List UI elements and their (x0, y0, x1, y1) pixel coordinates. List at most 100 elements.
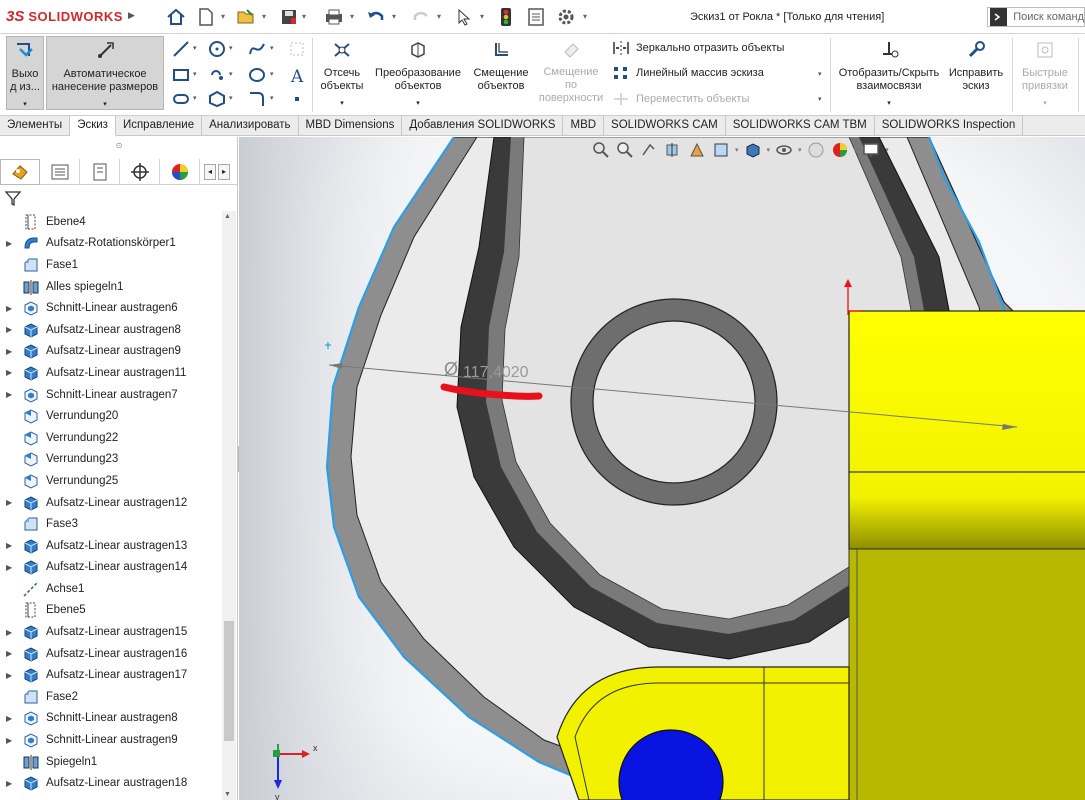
display-relations-dropdown-icon[interactable]: ▾ (834, 97, 944, 110)
options-gear-icon[interactable] (554, 5, 578, 29)
tree-item[interactable]: ▶ Aufsatz-Linear austragen12 (0, 492, 222, 514)
slot-tool-icon[interactable] (208, 66, 226, 84)
tree-item[interactable]: ▶ Aufsatz-Linear austragen17 (0, 664, 222, 686)
expand-arrow-icon[interactable]: ▶ (6, 304, 16, 313)
circle-tool-icon[interactable] (208, 40, 226, 58)
options-dropdown-icon[interactable]: ▾ (583, 12, 587, 21)
tree-item[interactable]: ▶ Aufsatz-Linear austragen14 (0, 557, 222, 579)
line-dropdown-icon[interactable]: ▾ (193, 44, 197, 52)
view-orientation-dropdown-icon[interactable]: ▾ (735, 146, 739, 154)
previous-view-icon[interactable] (639, 140, 659, 160)
hide-show-dropdown-icon[interactable]: ▾ (798, 146, 802, 154)
spline-tool-icon[interactable] (248, 40, 266, 58)
dimension-value[interactable]: 117,4020 (463, 364, 529, 381)
panel-grip-icon[interactable]: ⊙ (0, 137, 238, 157)
tree-item[interactable]: ▶ Aufsatz-Linear austragen13 (0, 535, 222, 557)
feature-manager-tab[interactable] (0, 159, 40, 185)
spline-dropdown-icon[interactable]: ▾ (270, 44, 274, 52)
tree-item[interactable]: ▶ Schnitt-Linear austragen9 (0, 729, 222, 751)
display-style-icon[interactable] (743, 140, 763, 160)
quick-snaps-dropdown-icon[interactable]: ▾ (1016, 97, 1074, 110)
offset-entities-button[interactable]: Смещение объектов (470, 36, 532, 110)
tab-исправление[interactable]: Исправление (116, 116, 203, 136)
expand-arrow-icon[interactable]: ▶ (6, 239, 16, 248)
save-dropdown-icon[interactable]: ▾ (302, 12, 306, 21)
tree-item[interactable]: Verrundung23 (0, 449, 222, 471)
dimxpert-manager-tab[interactable] (120, 159, 160, 185)
circle-dropdown-icon[interactable]: ▾ (229, 44, 233, 52)
polygon-tool-icon[interactable] (208, 90, 226, 108)
tab-эскиз[interactable]: Эскиз (70, 116, 116, 136)
tree-scrollbar[interactable]: ▲ ▼ (222, 211, 236, 800)
tree-item[interactable]: ▶ Aufsatz-Linear austragen18 (0, 772, 222, 794)
dimension-symbol[interactable]: Ø (444, 359, 458, 379)
new-dropdown-icon[interactable]: ▾ (221, 12, 225, 21)
select-dropdown-icon[interactable]: ▾ (480, 12, 484, 21)
exit-sketch-dropdown-icon[interactable]: ▾ (7, 98, 43, 111)
tree-item[interactable]: Ebene5 (0, 600, 222, 622)
tree-item[interactable]: ▶ Schnitt-Linear austragen8 (0, 708, 222, 730)
tree-item[interactable]: Fase3 (0, 513, 222, 535)
apply-scene-dropdown-icon[interactable]: ▾ (854, 146, 858, 154)
slot-dropdown-icon[interactable]: ▾ (229, 70, 233, 78)
expand-arrow-icon[interactable]: ▶ (6, 779, 16, 788)
redo-icon[interactable] (409, 5, 433, 29)
straight-slot-icon[interactable] (172, 90, 190, 108)
auto-dimension-button[interactable]: Автоматическое нанесение размеров ▾ (46, 36, 164, 110)
redo-dropdown-icon[interactable]: ▾ (437, 12, 441, 21)
scroll-thumb[interactable] (224, 621, 234, 741)
tree-item[interactable]: ▶ Aufsatz-Linear austragen8 (0, 319, 222, 341)
tab-анализировать[interactable]: Анализировать (202, 116, 299, 136)
new-document-icon[interactable] (194, 5, 218, 29)
tree-item[interactable]: ▶ Aufsatz-Linear austragen16 (0, 643, 222, 665)
expand-arrow-icon[interactable]: ▶ (6, 368, 16, 377)
sketch-fillet-icon[interactable] (248, 90, 266, 108)
quick-snaps-button[interactable]: Быстрые привязки ▾ (1016, 36, 1074, 110)
filter-icon[interactable] (4, 189, 22, 207)
expand-arrow-icon[interactable]: ▶ (6, 649, 16, 658)
scroll-down-icon[interactable]: ▼ (224, 791, 231, 798)
hub-ring[interactable] (570, 298, 778, 506)
tab-mbd[interactable]: MBD (563, 116, 605, 136)
home-icon[interactable] (164, 5, 188, 29)
ellipse-dropdown-icon[interactable]: ▾ (270, 70, 274, 78)
yellow-block[interactable] (848, 310, 1085, 800)
auto-dimension-dropdown-icon[interactable]: ▾ (47, 98, 163, 111)
property-manager-tab[interactable] (40, 159, 80, 185)
display-relations-button[interactable]: Отобразить/Скрыть взаимосвязи ▾ (834, 36, 944, 110)
expand-arrow-icon[interactable]: ▶ (6, 498, 16, 507)
trim-entities-button[interactable]: Отсечь объекты ▾ (316, 36, 368, 110)
tab-solidworks-inspection[interactable]: SOLIDWORKS Inspection (875, 116, 1024, 136)
undo-dropdown-icon[interactable]: ▾ (392, 12, 396, 21)
trim-dropdown-icon[interactable]: ▾ (316, 97, 368, 110)
tree-item[interactable]: ▶ Aufsatz-Rotationskörper1 (0, 233, 222, 255)
zoom-to-area-icon[interactable] (615, 140, 635, 160)
view-orientation-icon[interactable] (711, 140, 731, 160)
rebuild-traffic-light-icon[interactable] (494, 5, 518, 29)
point-tool-icon[interactable] (288, 90, 306, 108)
expand-arrow-icon[interactable]: ▶ (6, 347, 16, 356)
scroll-up-icon[interactable]: ▲ (224, 213, 231, 220)
rectangle-tool-icon[interactable] (172, 66, 190, 84)
expand-arrow-icon[interactable]: ▶ (6, 671, 16, 680)
file-properties-icon[interactable] (524, 5, 548, 29)
tree-item[interactable]: Spiegeln1 (0, 751, 222, 773)
save-icon[interactable] (277, 5, 301, 29)
tree-item[interactable]: ▶ Aufsatz-Linear austragen15 (0, 621, 222, 643)
linear-pattern-dropdown-icon[interactable]: ▾ (818, 70, 822, 78)
apply-scene-icon[interactable] (830, 140, 850, 160)
text-tool-icon[interactable]: A (288, 66, 306, 87)
command-search[interactable]: Поиск команд (987, 7, 1085, 27)
tree-item[interactable]: ▶ Aufsatz-Linear austragen11 (0, 362, 222, 384)
tree-item[interactable]: ▶ Schnitt-Linear austragen6 (0, 297, 222, 319)
expand-arrow-icon[interactable]: ▶ (6, 628, 16, 637)
tab-элементы[interactable]: Элементы (0, 116, 71, 136)
open-document-icon[interactable] (234, 5, 258, 29)
linear-sketch-pattern-button[interactable]: Линейный массив эскиза (612, 65, 764, 81)
sketch-fillet-dropdown-icon[interactable]: ▾ (270, 94, 274, 102)
offset-on-surface-button[interactable]: Смещение по поверхности (536, 36, 606, 110)
tab-solidworks-cam-tbm[interactable]: SOLIDWORKS CAM TBM (726, 116, 875, 136)
tree-item[interactable]: Fase1 (0, 254, 222, 276)
polygon-dropdown-icon[interactable]: ▾ (229, 94, 233, 102)
move-entities-button[interactable]: Переместить объекты (612, 91, 749, 107)
